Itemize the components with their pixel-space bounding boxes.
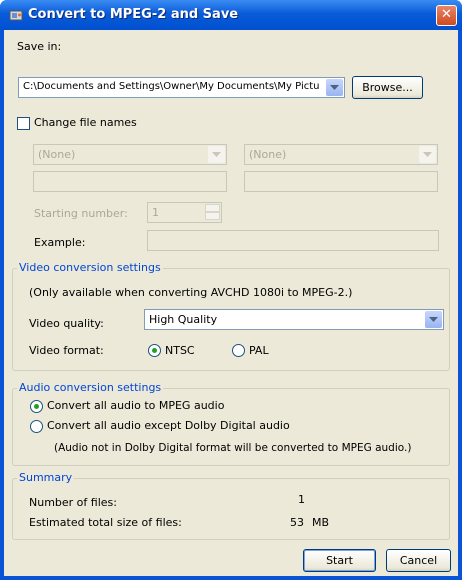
naming-combo-1-value: (None): [38, 148, 76, 161]
video-settings-label: Video conversion settings: [17, 261, 163, 274]
summary-group: [12, 478, 450, 540]
total-size-value: 53: [290, 516, 304, 529]
cancel-button[interactable]: Cancel: [386, 549, 451, 572]
dialog-window: Convert to MPEG-2 and Save ✕ Save in: C:…: [0, 0, 462, 580]
chevron-down-icon[interactable]: [326, 79, 343, 96]
total-size-unit: MB: [312, 516, 330, 529]
chevron-down-icon[interactable]: [208, 146, 225, 163]
audio-option-mpeg-label: Convert all audio to MPEG audio: [47, 399, 225, 412]
change-file-names-label: Change file names: [34, 116, 137, 129]
audio-option-dolby-label: Convert all audio except Dolby Digital a…: [47, 419, 290, 432]
example-field: [147, 230, 439, 251]
change-file-names-checkbox[interactable]: [17, 117, 30, 130]
video-quality-combo[interactable]: High Quality: [144, 309, 444, 330]
audio-option-dolby-radio[interactable]: [30, 420, 43, 433]
naming-combo-1[interactable]: (None): [33, 144, 227, 165]
total-size-label: Estimated total size of files:: [29, 516, 182, 529]
dialog-body: Save in: C:\Documents and Settings\Owner…: [4, 30, 458, 576]
browse-button[interactable]: Browse...: [352, 76, 423, 99]
save-in-label: Save in:: [17, 40, 62, 53]
naming-combo-2[interactable]: (None): [244, 144, 438, 165]
video-format-label: Video format:: [29, 344, 104, 357]
spinner-arrows[interactable]: [205, 204, 220, 221]
video-quality-label: Video quality:: [29, 317, 104, 330]
save-in-path: C:\Documents and Settings\Owner\My Docum…: [23, 81, 320, 92]
chevron-down-icon[interactable]: [425, 311, 442, 328]
title-bar[interactable]: Convert to MPEG-2 and Save ✕: [0, 0, 462, 30]
naming-text-1[interactable]: [33, 171, 227, 192]
number-of-files-label: Number of files:: [29, 496, 117, 509]
save-in-combo[interactable]: C:\Documents and Settings\Owner\My Docum…: [18, 77, 345, 98]
window-title: Convert to MPEG-2 and Save: [28, 7, 239, 22]
video-quality-value: High Quality: [149, 313, 218, 326]
video-note: (Only available when converting AVCHD 10…: [29, 286, 353, 299]
naming-text-2[interactable]: [244, 171, 438, 192]
audio-option-mpeg-radio[interactable]: [30, 400, 43, 413]
ntsc-label: NTSC: [165, 344, 195, 357]
pal-radio[interactable]: [232, 344, 245, 357]
ntsc-radio[interactable]: [148, 344, 161, 357]
close-button[interactable]: ✕: [436, 5, 457, 26]
starting-number-value: 1: [152, 206, 159, 219]
starting-number-label: Starting number:: [34, 207, 128, 220]
example-label: Example:: [34, 236, 86, 249]
pal-label: PAL: [249, 344, 269, 357]
chevron-down-icon[interactable]: [419, 146, 436, 163]
starting-number-spinner[interactable]: 1: [147, 202, 222, 223]
app-icon: [9, 10, 23, 21]
naming-combo-2-value: (None): [249, 148, 287, 161]
start-button[interactable]: Start: [303, 549, 376, 572]
audio-settings-label: Audio conversion settings: [17, 381, 164, 394]
audio-note: (Audio not in Dolby Digital format will …: [54, 442, 412, 454]
number-of-files-value: 1: [298, 493, 305, 506]
summary-label: Summary: [17, 471, 75, 484]
